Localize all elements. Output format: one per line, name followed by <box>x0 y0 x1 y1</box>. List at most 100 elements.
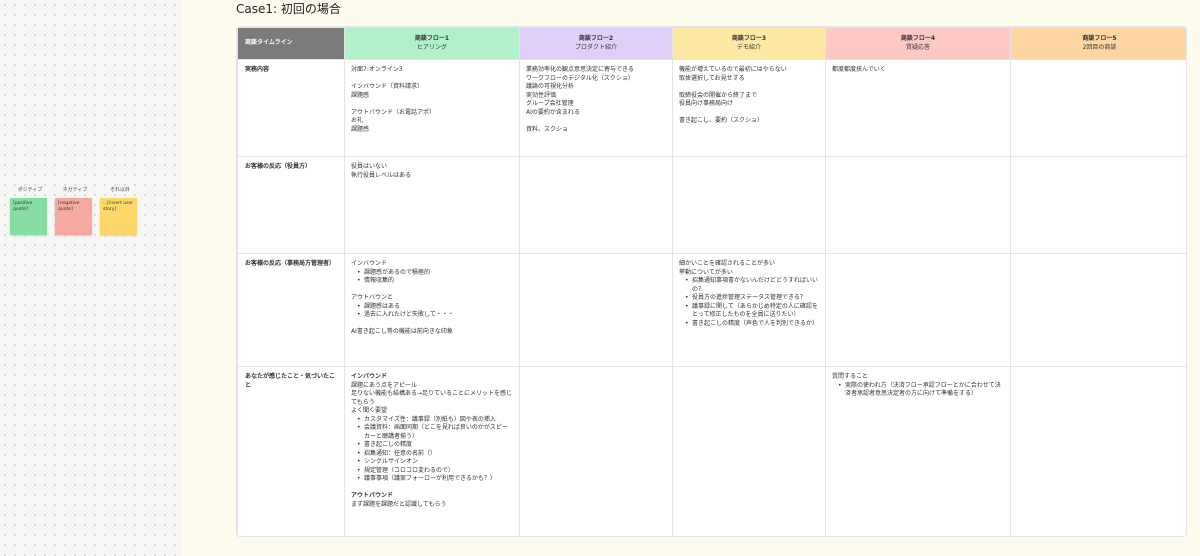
bullet-item: 役員方の進捗管理ステータス管理できる？ <box>685 294 819 303</box>
table-cell[interactable]: 機能が増えているので最初にはやらない 取捨選択してお見せする取締役会の開催から終了… <box>672 59 826 157</box>
table-cell[interactable] <box>1010 59 1186 157</box>
stage-subtitle: デモ紹介 <box>736 43 761 51</box>
page-title: Case1: 初回の場合 <box>236 2 341 16</box>
stage-subtitle: プロダクト紹介 <box>574 43 617 51</box>
table-cell[interactable] <box>672 156 826 254</box>
stage-header-4[interactable]: 商談フロー4 質疑応答 <box>825 27 1011 60</box>
line-spacer <box>351 484 513 493</box>
table-cell[interactable]: インバウンド 課題にあう点をアピール 足りない機能も結構ある→足りていることにメリッ… <box>344 366 520 536</box>
bullet-item: 書き起こしの精度（声色で人を判別できるか） <box>685 320 819 329</box>
bullet-list: 課題感があるので積極的情報収集的 <box>351 269 513 286</box>
table-cell[interactable] <box>1010 253 1186 367</box>
cell-text-line: 取締役会の開催から終了まで <box>679 91 758 99</box>
stage-title: 商談フロー4 <box>900 34 936 42</box>
table-cell[interactable]: 都度都度挟んでいく <box>825 59 1011 157</box>
bullet-item: 過去に入れたけど失敗して・・・ <box>357 311 513 320</box>
line-spacer <box>351 320 513 329</box>
table-cell[interactable]: 質問すること実際の使われ方（決済フロー承認フローとかに合わせて決済者承認者意思決… <box>825 366 1011 536</box>
bullet-item: 課題感があるので積極的 <box>357 269 513 278</box>
bullet-item: 議事事項（議案フォーローが利用できるかも？） <box>357 475 513 484</box>
cell-text-line: グループ会社管理 <box>526 100 574 108</box>
cell-text-line: AIの要約が含まれる <box>526 108 580 116</box>
cell-text-line: お礼 <box>351 117 364 125</box>
table-cell[interactable] <box>519 156 673 254</box>
cell-text-line: アウトバウンド（お電話アポ） <box>351 108 436 116</box>
row-label: お客様の反応（役員方） <box>237 156 345 254</box>
bullet-item: 招集通知：任意の名前（） <box>357 450 513 459</box>
bullet-item: 招集通知事項書かないんだけどどうすればいいの？ <box>685 277 819 294</box>
bullet-item: 書き起こしの精度 <box>357 441 513 450</box>
line-spacer <box>351 100 513 109</box>
table-row: あなたが感じたこと・気づいたこと インバウンド 課題にあう点をアピール 足りない機能も… <box>237 366 1186 536</box>
legend-positive: ポジティブ [positive quote] <box>10 186 50 235</box>
stage-header-3[interactable]: 商談フロー3 デモ紹介 <box>672 27 826 60</box>
cell-text-line: 機能が増えているので最初にはやらない <box>679 66 787 73</box>
bullet-list: カスタマイズ性：議事録（別紙も）図や表の挿入会議資料：画面同期（どこを見れば良い… <box>351 416 513 484</box>
table-cell[interactable] <box>672 366 826 536</box>
bullet-list: 招集通知事項書かないんだけどどうすればいいの？役員方の進捗管理ステータス管理でき… <box>679 277 819 328</box>
cell-text-line: 質問すること <box>832 373 869 380</box>
stage-title: 商談フロー2 <box>578 34 614 42</box>
table-row: お客様の反応（役員方） 役員はいない 執行役員レベルはある <box>237 156 1186 254</box>
table-cell[interactable] <box>825 253 1011 367</box>
cell-text-line: 実効性評価 <box>526 91 557 99</box>
table-cell[interactable] <box>1010 366 1186 536</box>
canvas-dot-grid <box>0 0 182 556</box>
stage-header-1[interactable]: 商談フロー1 ヒアリング <box>344 27 520 60</box>
cell-text-line: 執行役員レベルはある <box>351 171 412 179</box>
table-cell[interactable] <box>519 366 673 536</box>
bullet-item: シングルサインオン <box>357 458 513 467</box>
cell-text-line: 取捨選択してお見せする <box>679 74 745 82</box>
journey-table-board: 商談タイムライン 商談フロー1 ヒアリング 商談フロー2 プロダクト紹介 商談フロー… <box>236 26 1187 537</box>
stage-header-5[interactable]: 商談フロー5 2回目の商談 <box>1010 27 1186 60</box>
table-cell[interactable]: 対面7:オンライン3 インバウンド（資料請求） 課題感アウトバウンド（お電話アポ）お… <box>344 59 520 157</box>
bullet-item: 会議資料：画面同期（どこを見れば良いのかがスピーカーと聴講者揃う） <box>357 424 513 441</box>
cell-text-line: 挙動についてが多い <box>679 268 733 276</box>
bullet-item: 実際の使われ方（決済フロー承認フローとかに合わせて決済者承認者意思決定者の方に向… <box>838 382 1004 399</box>
table-cell[interactable]: インバウンド課題感があるので積極的情報収集的アウトバウンと課題感はある過去に入れ… <box>344 253 520 367</box>
cell-text-line: インバウンド（資料請求） <box>351 83 424 91</box>
cell-heading: アウトバウンド <box>351 492 394 500</box>
cell-text-line: よく聞く要望 <box>351 407 388 415</box>
header-row: 商談タイムライン 商談フロー1 ヒアリング 商談フロー2 プロダクト紹介 商談フロー… <box>237 27 1186 60</box>
cell-text-line: 課題感 <box>351 91 370 99</box>
stage-subtitle: ヒアリング <box>416 43 447 51</box>
table-cell[interactable] <box>519 253 673 367</box>
table-cell[interactable] <box>1010 156 1186 254</box>
cell-text-line: 業務効率化の観点意思決定に寄与できる <box>526 66 634 73</box>
line-spacer <box>351 75 513 84</box>
legend-other: それ以外 ...[insert user story] <box>100 186 140 235</box>
sticky-note-other[interactable]: ...[insert user story] <box>100 198 137 235</box>
line-spacer <box>351 286 513 295</box>
table-row: 実務内容 対面7:オンライン3 インバウンド（資料請求） 課題感アウトバウンド（お電話… <box>237 59 1186 157</box>
row-label: 実務内容 <box>237 59 345 157</box>
bullet-item: 課題感はある <box>357 303 513 312</box>
cell-text-line: まず課題を課題だと認識してもらう <box>351 500 447 508</box>
sticky-note-positive[interactable]: [positive quote] <box>10 198 47 235</box>
cell-text-line: 書き起こし、要約（スクショ） <box>679 117 764 125</box>
cell-heading: インバウンド <box>351 373 388 380</box>
table-cell[interactable]: 業務効率化の観点意思決定に寄与できる ワークフローのデジタル化（スクショ） 議論の可… <box>519 59 673 157</box>
legend-positive-label: ポジティブ <box>17 187 43 193</box>
bullet-item: 情報収集的 <box>357 277 513 286</box>
row-label: お客様の反応（事務局方管理者） <box>237 253 345 367</box>
stage-title: 商談フロー1 <box>414 34 450 42</box>
cell-text-line: 議論の可視化分析 <box>526 83 575 91</box>
stage-title: 商談フロー5 <box>1082 34 1117 42</box>
sticky-note-negative[interactable]: [negative quote] <box>55 198 92 235</box>
cell-text-line: ワークフローのデジタル化（スクショ） <box>526 74 634 82</box>
cell-text-line: インバウンド <box>351 260 388 267</box>
stage-header-2[interactable]: 商談フロー2 プロダクト紹介 <box>519 27 673 60</box>
stage-title: 商談フロー3 <box>731 34 767 42</box>
bullet-list: 課題感はある過去に入れたけど失敗して・・・ <box>351 303 513 320</box>
table-cell[interactable]: 細かいことを確認されることが多い挙動についてが多い招集通知事項書かないんだけどど… <box>672 253 826 367</box>
table-cell[interactable] <box>825 156 1011 254</box>
table-cell[interactable]: 役員はいない 執行役員レベルはある <box>344 156 520 254</box>
legend-other-label: それ以外 <box>109 187 130 193</box>
cell-text-line: 対面7:オンライン3 <box>351 66 403 73</box>
cell-text-line: アウトバウンと <box>351 294 394 302</box>
cell-text-line: 資料、スクショ <box>526 125 569 133</box>
stage-subtitle: 質疑応答 <box>905 43 930 51</box>
journey-table: 商談タイムライン 商談フロー1 ヒアリング 商談フロー2 プロダクト紹介 商談フロー… <box>237 27 1186 536</box>
legend-negative-label: ネガティブ <box>62 187 88 193</box>
